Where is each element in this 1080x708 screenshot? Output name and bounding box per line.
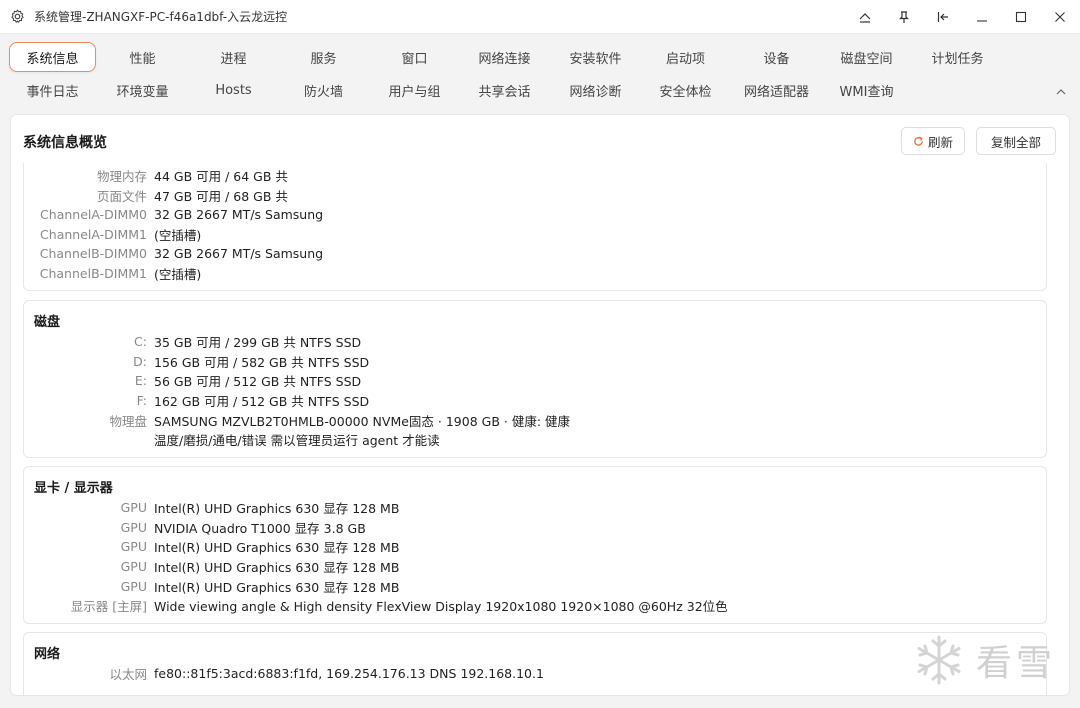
gpu-section: 显卡 / 显示器 GPU Intel(R) UHD Graphics 630 显存… (23, 466, 1047, 624)
network-section-title: 网络 (34, 647, 61, 662)
info-row: C: 35 GB 可用 / 299 GB 共 NTFS SSD (134, 334, 362, 350)
tab-scheduled-tasks[interactable]: 计划任务 (914, 42, 1001, 72)
info-row: E: 56 GB 可用 / 512 GB 共 NTFS SSD (134, 373, 362, 389)
tab-performance[interactable]: 性能 (99, 42, 186, 72)
info-row: GPU Intel(R) UHD Graphics 630 显存 128 MB (120, 539, 400, 555)
tab-users-groups[interactable]: 用户与组 (371, 75, 458, 105)
tab-startup[interactable]: 启动项 (642, 42, 729, 72)
tab-event-log[interactable]: 事件日志 (9, 75, 96, 105)
snowflake-icon (912, 633, 966, 687)
settings-gear-icon (0, 0, 34, 34)
disk-section-title: 磁盘 (34, 315, 61, 330)
info-row: ChannelB-DIMM1 (空插槽) (39, 266, 202, 282)
info-row: F: 162 GB 可用 / 512 GB 共 NTFS SSD (136, 393, 370, 409)
panel-title: 系统信息概览 (23, 135, 107, 151)
tab-wmi-query[interactable]: WMI查询 (823, 75, 910, 105)
tab-shared-sessions[interactable]: 共享会话 (461, 75, 548, 105)
tab-env-vars[interactable]: 环境变量 (99, 75, 186, 105)
tab-bar: 系统信息 性能 进程 服务 窗口 网络连接 安装软件 启动项 设备 磁盘空间 计… (0, 34, 1080, 111)
copy-all-button[interactable]: 复制全部 (976, 127, 1056, 155)
tab-services[interactable]: 服务 (280, 42, 367, 72)
info-row: 物理内存 44 GB 可用 / 64 GB 共 (96, 169, 288, 184)
gpu-section-title: 显卡 / 显示器 (34, 481, 113, 496)
network-section: 网络 以太网 fe80::81f5:3acd:6883:f1fd, 169.254… (23, 632, 1047, 695)
minimize-icon[interactable] (962, 0, 1001, 34)
window-title: 系统管理-ZHANGXF-PC-f46a1dbf-入云龙远控 (34, 10, 288, 24)
refresh-button[interactable]: 刷新 (901, 127, 965, 155)
pin-icon[interactable] (884, 0, 923, 34)
info-row: GPU Intel(R) UHD Graphics 630 显存 128 MB (120, 579, 400, 595)
system-info-panel: 系统信息概览 刷新 复制全部 物理内存 44 GB 可用 / 64 GB 共 页面… (10, 114, 1070, 696)
dock-left-icon[interactable] (923, 0, 962, 34)
info-row: GPU Intel(R) UHD Graphics 630 显存 128 MB (120, 500, 400, 516)
tab-security-check[interactable]: 安全体检 (642, 75, 729, 105)
info-row: 以太网 fe80::81f5:3acd:6883:f1fd, 169.254.17… (109, 666, 544, 682)
tab-disk-space[interactable]: 磁盘空间 (823, 42, 910, 72)
info-row: 物理盘 SAMSUNG MZVLB2T0HMLB-00000 NVMe固态 · 1… (109, 414, 570, 429)
info-scroll-area[interactable]: 物理内存 44 GB 可用 / 64 GB 共 页面文件 47 GB 可用 / 68… (11, 163, 1069, 695)
watermark-text: 看雪 (976, 643, 1057, 684)
title-bar: 系统管理-ZHANGXF-PC-f46a1dbf-入云龙远控 (0, 0, 1080, 34)
info-row: D: 156 GB 可用 / 582 GB 共 NTFS SSD (133, 354, 370, 370)
tab-network-connections[interactable]: 网络连接 (461, 42, 548, 72)
info-row: ChannelA-DIMM0 32 GB 2667 MT/s Samsung (40, 207, 324, 222)
kanxue-watermark: 看雪 (912, 628, 1056, 692)
close-icon[interactable] (1040, 0, 1079, 34)
info-row: GPU Intel(R) UHD Graphics 630 显存 128 MB (120, 559, 400, 575)
disk-section: 磁盘 C: 35 GB 可用 / 299 GB 共 NTFS SSD D: 156 … (23, 300, 1047, 458)
refresh-label: 刷新 (927, 134, 953, 150)
tab-network-diagnostics[interactable]: 网络诊断 (552, 75, 639, 105)
info-row: 温度/磨损/通电/错误 需以管理员运行 agent 才能读 (154, 433, 440, 448)
info-row: GPU NVIDIA Quadro T1000 显存 3.8 GB (120, 520, 366, 536)
info-row: 显示器 [主屏] Wide viewing angle & High densit… (70, 599, 728, 614)
memory-section: 物理内存 44 GB 可用 / 64 GB 共 页面文件 47 GB 可用 / 68… (23, 163, 1047, 291)
scroll-top-icon[interactable] (845, 0, 884, 34)
refresh-icon (913, 136, 924, 147)
tab-firewall[interactable]: 防火墙 (280, 75, 367, 105)
tab-processes[interactable]: 进程 (190, 42, 277, 72)
maximize-icon[interactable] (1001, 0, 1040, 34)
collapse-tabs-icon[interactable] (1052, 84, 1070, 100)
tab-installed-software[interactable]: 安装软件 (552, 42, 639, 72)
tab-network-adapters[interactable]: 网络适配器 (733, 75, 820, 105)
info-row: ChannelA-DIMM1 (空插槽) (40, 227, 202, 243)
tab-devices[interactable]: 设备 (733, 42, 820, 72)
tab-windows[interactable]: 窗口 (371, 42, 458, 72)
info-row: ChannelB-DIMM0 32 GB 2667 MT/s Samsung (39, 246, 324, 261)
window-controls (845, 0, 1079, 34)
info-row: 页面文件 47 GB 可用 / 68 GB 共 (96, 189, 288, 204)
tab-hosts[interactable]: Hosts (190, 75, 277, 105)
tab-system-info[interactable]: 系统信息 (9, 42, 96, 72)
